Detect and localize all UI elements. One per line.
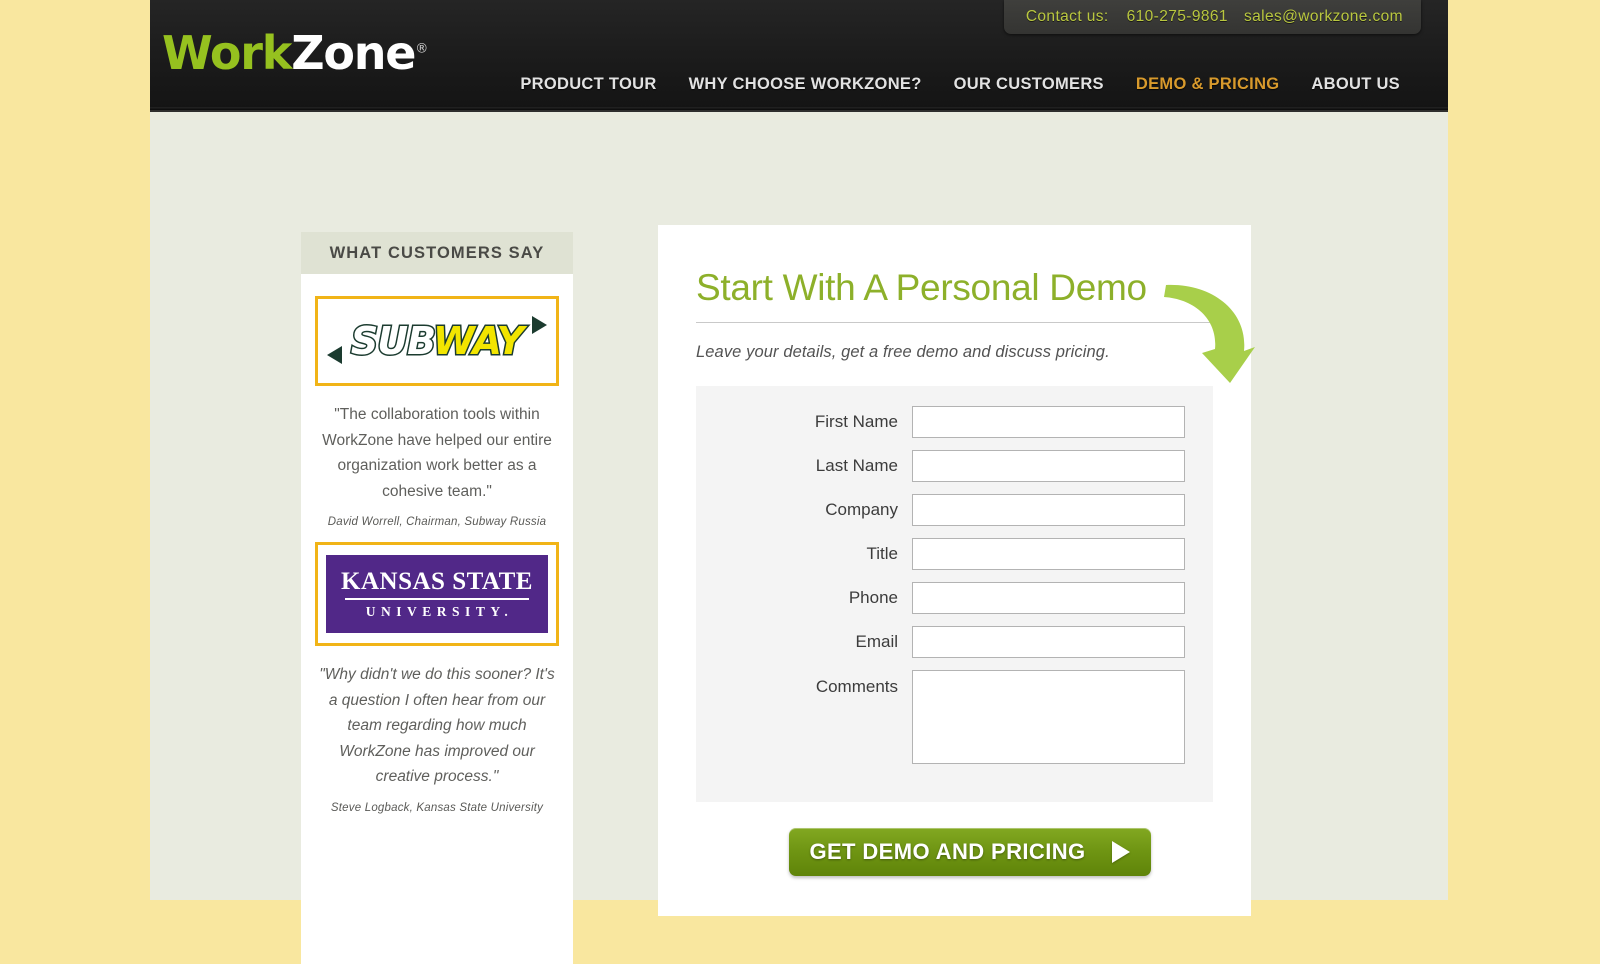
logo-trademark: ®: [415, 41, 429, 57]
contact-email[interactable]: sales@workzone.com: [1244, 8, 1403, 26]
title-input[interactable]: [912, 537, 1185, 570]
testimonials-header: WHAT CUSTOMERS SAY: [301, 232, 573, 274]
contact-bar: Contact us: 610-275-9861 sales@workzone.…: [1003, 0, 1421, 34]
form-row-last-name: Last Name: [696, 449, 1185, 482]
testimonial-quote: "The collaboration tools within WorkZone…: [322, 406, 552, 500]
site-header: Contact us: 610-275-9861 sales@workzone.…: [150, 0, 1448, 112]
testimonial-attribution: David Worrell, Chairman, Subway Russia: [327, 516, 547, 528]
phone-input[interactable]: [912, 581, 1185, 614]
ksu-logo-divider: [344, 598, 530, 601]
submit-wrap: GET DEMO AND PRICING: [696, 827, 1213, 876]
last-name-input[interactable]: [912, 449, 1185, 482]
subway-logo: SUBWAY: [327, 312, 547, 370]
ksu-logo-text-sub: UNIVERSITY.: [365, 604, 514, 620]
email-input[interactable]: [912, 625, 1185, 658]
label-phone: Phone: [848, 587, 898, 607]
kansas-state-university-logo: KANSAS STATE UNIVERSITY.: [326, 555, 548, 633]
ksu-logo-text-main: KANSAS STATE: [341, 568, 533, 596]
workzone-logo[interactable]: WorkZone®: [162, 30, 428, 76]
form-row-email: Email: [696, 625, 1185, 658]
page-shell: Contact us: 610-275-9861 sales@workzone.…: [150, 0, 1448, 964]
get-demo-and-pricing-button[interactable]: GET DEMO AND PRICING: [788, 827, 1151, 876]
demo-request-form: First Name Last Name Company Title Phone: [696, 385, 1213, 802]
form-row-phone: Phone: [696, 581, 1185, 614]
subway-left-arrow-icon: [327, 346, 342, 364]
comments-textarea[interactable]: [912, 669, 1185, 764]
testimonial-attribution: Steve Logback, Kansas State University: [330, 801, 544, 814]
testimonial-item: SUBWAY "The collaboration tools within W…: [311, 296, 563, 528]
contact-label: Contact us:: [1025, 8, 1109, 25]
logo-text-work: Work: [162, 26, 292, 80]
kansas-state-logo-frame: KANSAS STATE UNIVERSITY.: [315, 542, 559, 646]
testimonials-title: WHAT CUSTOMERS SAY: [329, 243, 545, 262]
company-input[interactable]: [912, 493, 1185, 526]
testimonials-body: SUBWAY "The collaboration tools within W…: [301, 274, 573, 964]
nav-item-our-customers[interactable]: OUR CUSTOMERS: [954, 75, 1104, 94]
play-triangle-icon: [1111, 840, 1130, 863]
contact-phone[interactable]: 610-275-9861: [1125, 8, 1228, 26]
testimonial-item: KANSAS STATE UNIVERSITY. "Why didn't we …: [311, 542, 563, 814]
nav-item-product-tour[interactable]: PRODUCT TOUR: [520, 75, 656, 94]
page-subtitle: Leave your details, get a free demo and …: [696, 342, 1110, 361]
nav-item-why-choose-workzone[interactable]: WHY CHOOSE WORKZONE?: [689, 75, 922, 94]
subway-right-arrow-icon: [532, 316, 547, 334]
form-row-company: Company: [696, 493, 1185, 526]
form-row-comments: Comments: [696, 669, 1185, 764]
nav-item-about-us[interactable]: ABOUT US: [1311, 75, 1400, 94]
label-email: Email: [855, 631, 898, 651]
heading-divider: [696, 321, 1213, 323]
testimonials-sidebar: WHAT CUSTOMERS SAY SUBWAY "The collabora…: [301, 232, 573, 964]
page-title: Start With A Personal Demo: [696, 267, 1147, 308]
label-comments: Comments: [815, 676, 898, 696]
subway-logo-text-sub: SUB: [349, 319, 435, 363]
submit-button-label: GET DEMO AND PRICING: [809, 838, 1086, 864]
subway-logo-text-way: WAY: [431, 319, 525, 363]
form-row-first-name: First Name: [696, 405, 1185, 438]
subway-logo-frame: SUBWAY: [315, 296, 559, 386]
label-last-name: Last Name: [815, 455, 898, 475]
label-first-name: First Name: [814, 411, 898, 431]
label-title: Title: [866, 543, 899, 563]
testimonial-quote: "Why didn't we do this sooner? It's a qu…: [319, 666, 555, 785]
content-area: WHAT CUSTOMERS SAY SUBWAY "The collabora…: [150, 112, 1448, 964]
demo-heading-wrap: Start With A Personal Demo Leave your de…: [696, 267, 1255, 383]
demo-request-card: Start With A Personal Demo Leave your de…: [658, 225, 1255, 916]
form-row-title: Title: [696, 537, 1185, 570]
label-company: Company: [825, 499, 898, 519]
first-name-input[interactable]: [912, 405, 1185, 438]
logo-text-zone: Zone: [291, 26, 416, 80]
main-navigation: PRODUCT TOUR WHY CHOOSE WORKZONE? OUR CU…: [520, 75, 1400, 94]
nav-item-demo-and-pricing[interactable]: DEMO & PRICING: [1136, 75, 1280, 94]
